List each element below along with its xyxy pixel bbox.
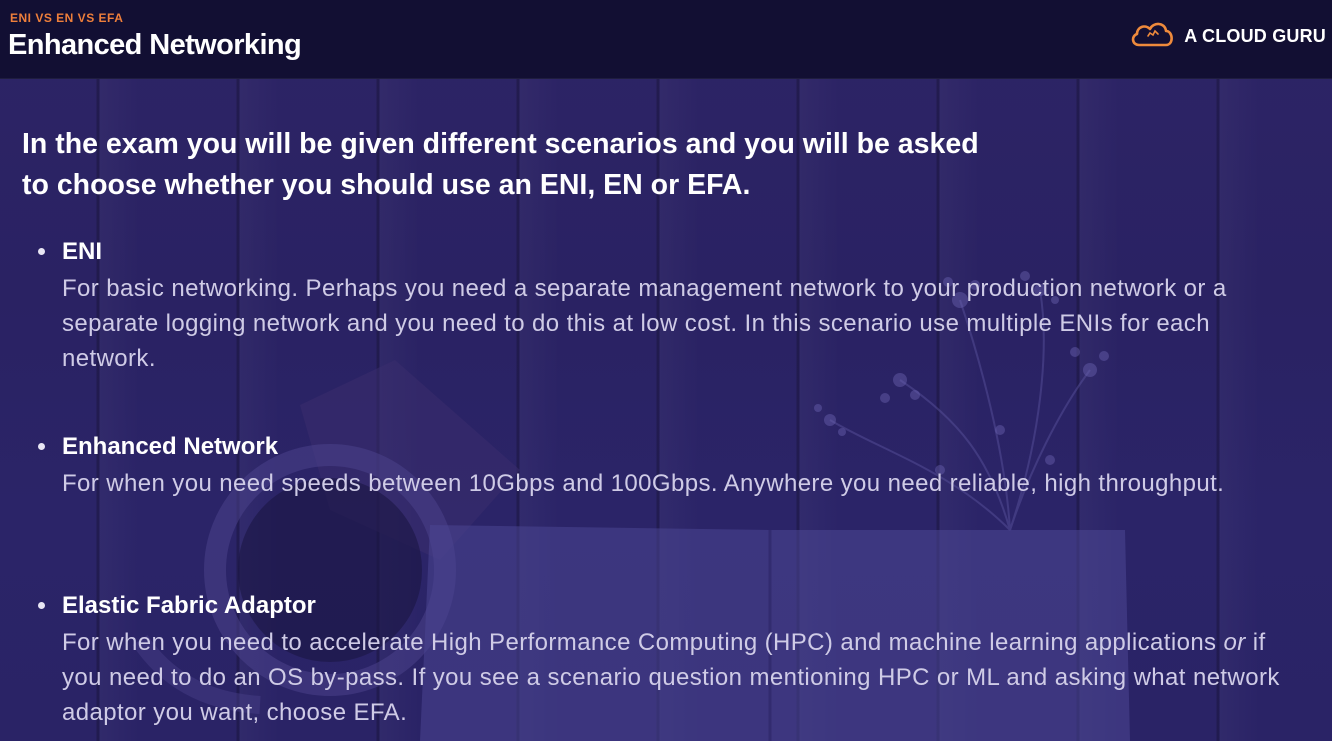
intro-line-2: to choose whether you should use an ENI,… [22,169,751,201]
brand-logo: A CLOUD GURU [1129,20,1326,52]
bullet-description: For when you need speeds between 10Gbps … [62,470,1225,497]
description-text: For when you need to accelerate High Per… [62,629,1224,656]
slide-content: In the exam you will be given different … [22,124,1312,726]
bullet-item-eni: ENI For basic networking. Perhaps you ne… [38,236,1282,376]
bullet-dot-icon [38,602,45,609]
bullet-item-efa: Elastic Fabric Adaptor For when you need… [38,590,1282,730]
intro-line-1: In the exam you will be given different … [22,128,979,160]
brand-name: A CLOUD GURU [1184,25,1326,46]
bullet-dot-icon [38,443,45,450]
bullet-dot-icon [38,248,45,255]
slide: ENI VS EN VS EFA Enhanced Networking A C… [0,0,1332,741]
bullet-title: Enhanced Network [62,433,279,460]
section-kicker: ENI VS EN VS EFA [10,11,124,25]
bullet-description: For when you need to accelerate High Per… [62,625,1282,730]
slide-title: Enhanced Networking [8,29,302,61]
cloud-logo-icon [1129,19,1175,54]
header-bar: ENI VS EN VS EFA Enhanced Networking A C… [0,0,1332,79]
description-emphasis: or [1223,629,1246,656]
intro-text: In the exam you will be given different … [22,124,1112,206]
bullet-title: ENI [62,238,103,265]
bullet-description: For basic networking. Perhaps you need a… [62,275,1227,372]
bullet-item-enhanced-network: Enhanced Network For when you need speed… [38,431,1282,501]
bullet-title: Elastic Fabric Adaptor [62,592,316,619]
